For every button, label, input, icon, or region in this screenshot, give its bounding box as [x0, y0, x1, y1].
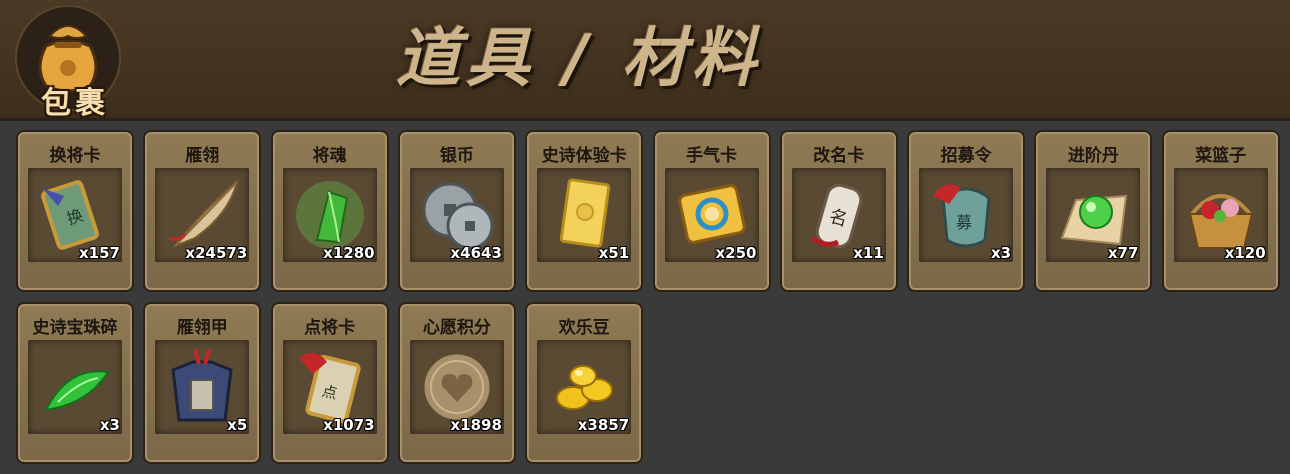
item-count: x3	[990, 244, 1012, 262]
item-name: 换将卡	[49, 146, 101, 166]
top-bar: 包裹 道具 / 材料	[0, 0, 1290, 121]
item-name: 菜篮子	[1195, 146, 1247, 166]
item-card[interactable]: 进阶丹 x77	[1034, 130, 1153, 292]
item-name: 雁翎	[185, 146, 220, 166]
item-count: x51	[598, 244, 630, 262]
item-count: x24573	[185, 244, 248, 262]
bag-label: 包裹	[41, 86, 109, 121]
page-title: 道具 / 材料	[396, 22, 762, 96]
item-card[interactable]: 招募令募 x3	[907, 130, 1026, 292]
item-name: 银币	[439, 146, 474, 166]
item-name: 心愿积分	[422, 318, 491, 338]
item-name: 史诗宝珠碎	[32, 318, 118, 338]
item-name: 将魂	[312, 146, 347, 166]
item-count: x3857	[577, 416, 630, 434]
item-count: x1898	[450, 416, 502, 434]
item-card[interactable]: 银币 x4643	[397, 130, 516, 292]
item-card[interactable]: 手气卡 x250	[652, 130, 771, 292]
item-card[interactable]: 雁翎甲 x5	[143, 302, 262, 464]
item-card[interactable]: 改名卡名 x11	[779, 130, 898, 292]
item-name: 手气卡	[686, 146, 737, 166]
item-name: 欢乐豆	[558, 318, 610, 338]
item-card[interactable]: 雁翎 x24573	[143, 130, 262, 292]
item-name: 改名卡	[813, 146, 865, 166]
item-card[interactable]: 欢乐豆 x3857	[525, 302, 644, 464]
item-card[interactable]: 换将卡换 x157	[16, 130, 134, 292]
item-count: x1280	[323, 244, 375, 262]
item-count: x1073	[323, 416, 375, 434]
item-card[interactable]: 心愿积分 x1898	[397, 302, 516, 464]
item-count: x157	[79, 244, 120, 262]
item-name: 进阶丹	[1067, 146, 1119, 166]
item-count: x5	[227, 416, 248, 434]
item-name: 雁翎甲	[176, 318, 228, 338]
item-count: x120	[1224, 244, 1266, 262]
item-card[interactable]: 将魂 x1280	[270, 130, 389, 292]
item-name: 史诗体验卡	[541, 146, 627, 166]
item-card[interactable]: 史诗体验卡 x51	[525, 130, 644, 292]
item-name: 招募令	[940, 146, 992, 166]
item-count: x77	[1107, 244, 1139, 262]
item-count: x250	[715, 244, 757, 262]
item-card[interactable]: 史诗宝珠碎 x3	[16, 302, 134, 464]
item-card[interactable]: 菜篮子 x120	[1161, 130, 1280, 292]
item-count: x3	[99, 416, 120, 434]
item-count: x11	[853, 244, 884, 262]
item-card[interactable]: 点将卡点 x1073	[270, 302, 389, 464]
item-name: 点将卡	[304, 318, 356, 338]
svg-text:募: 募	[956, 213, 972, 232]
item-count: x4643	[450, 244, 502, 262]
bag-badge[interactable]: 包裹	[10, 6, 140, 121]
